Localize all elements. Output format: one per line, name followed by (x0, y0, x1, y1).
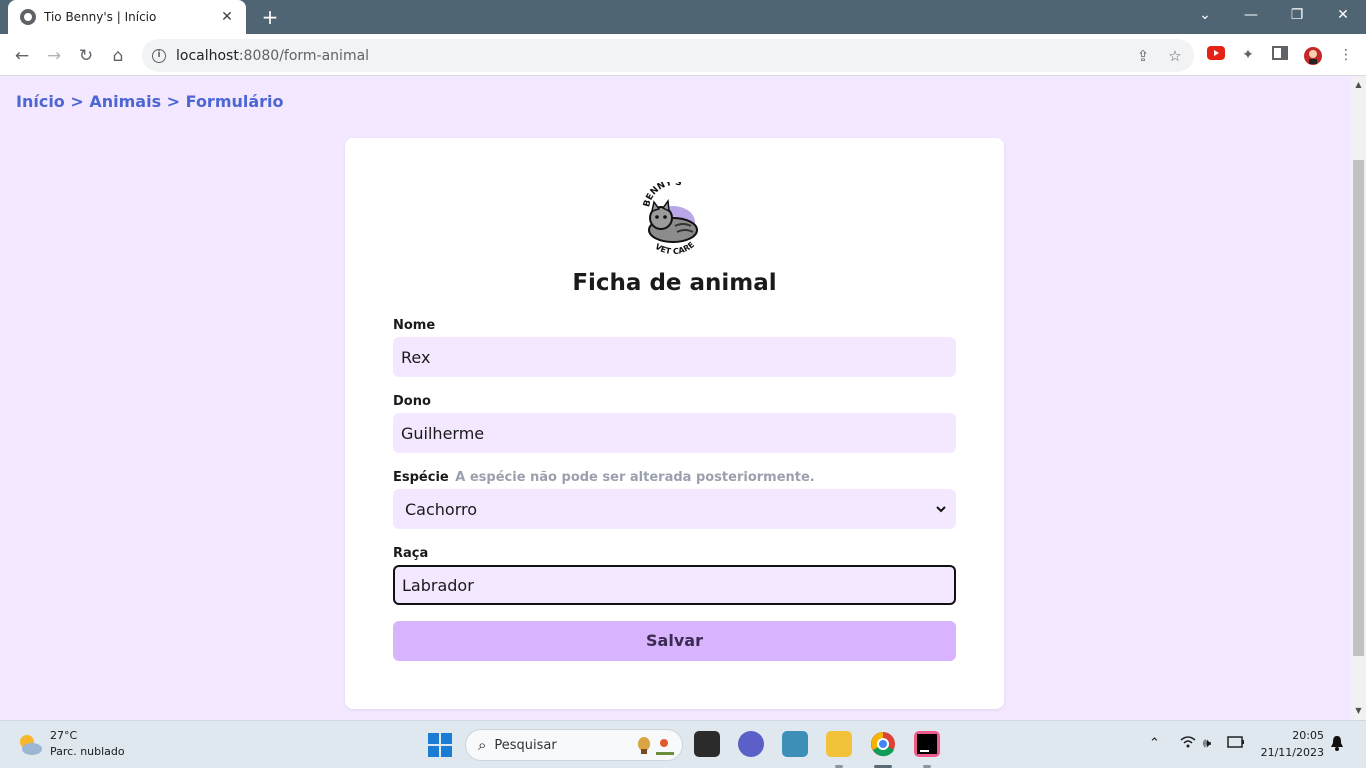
youtube-extension-icon[interactable] (1206, 46, 1226, 64)
chat-icon[interactable] (738, 731, 764, 757)
chevron-down-icon (936, 502, 946, 516)
especie-label: Espécie A espécie não pode ser alterada … (393, 470, 815, 485)
svg-text:BENNY'S: BENNY'S (642, 182, 682, 208)
breadcrumb-formulario[interactable]: Formulário (186, 92, 284, 111)
back-arrow-icon[interactable]: ← (8, 42, 36, 70)
tab-title: Tio Benny's | Início (44, 10, 157, 24)
breadcrumb: Início > Animais > Formulário (16, 92, 284, 111)
nome-value: Rex (401, 347, 431, 367)
address-bar[interactable]: i localhost:8080/form-animal ⇪ ☆ (142, 39, 1194, 72)
weather-temperature[interactable]: 27°C (50, 729, 77, 742)
raca-input[interactable]: Labrador (393, 565, 956, 605)
dono-label: Dono (393, 394, 431, 409)
dono-value: Guilherme (401, 423, 485, 443)
especie-label-text: Espécie (393, 470, 449, 485)
reload-icon[interactable]: ↻ (72, 42, 100, 70)
taskbar-search[interactable]: ⌕ Pesquisar (465, 729, 683, 761)
nome-input[interactable]: Rex (393, 337, 956, 377)
animal-form-card: BENNY'S VET CARE Ficha de animal Nome Re… (345, 138, 1004, 709)
profile-avatar[interactable] (1303, 46, 1323, 65)
chrome-icon[interactable] (870, 731, 896, 757)
breadcrumb-animais[interactable]: Animais (89, 92, 161, 111)
browser-toolbar: ← → ↻ ⌂ i localhost:8080/form-animal ⇪ ☆… (0, 34, 1366, 76)
dono-input[interactable]: Guilherme (393, 413, 956, 453)
save-button[interactable]: Salvar (393, 621, 956, 661)
scroll-up-icon[interactable]: ▲ (1351, 78, 1366, 92)
breadcrumb-separator: > (166, 92, 181, 111)
windows-start-icon[interactable] (428, 733, 452, 757)
bookmark-star-icon[interactable]: ☆ (1165, 46, 1185, 66)
nome-label: Nome (393, 318, 436, 333)
breadcrumb-inicio[interactable]: Início (16, 92, 65, 111)
windows-taskbar: 27°C Parc. nublado ⌕ Pesquisar ⌃ 🕪 20:05… (0, 720, 1366, 768)
clock-date[interactable]: 21/11/2023 (1258, 746, 1324, 759)
battery-icon[interactable] (1227, 736, 1245, 752)
volume-icon[interactable]: 🕪 (1203, 736, 1211, 751)
side-panel-icon[interactable] (1270, 46, 1290, 64)
intellij-icon[interactable] (914, 731, 940, 757)
restore-button[interactable]: ❐ (1274, 0, 1320, 30)
site-info-icon[interactable]: i (152, 48, 166, 63)
partly-cloudy-icon[interactable] (16, 732, 44, 756)
browser-tab-bar: Tio Benny's | Início ✕ + ⌄ — ❐ ✕ (0, 0, 1366, 34)
browser-menu-icon[interactable]: ⋮ (1336, 46, 1356, 64)
search-highlight-icon (638, 737, 674, 755)
especie-value: Cachorro (405, 499, 478, 519)
minimize-button[interactable]: — (1228, 0, 1274, 30)
url-path: :8080/form-animal (238, 47, 370, 64)
home-icon[interactable]: ⌂ (104, 42, 132, 70)
especie-select[interactable]: Cachorro (393, 489, 956, 529)
search-icon: ⌕ (478, 736, 487, 754)
weather-description[interactable]: Parc. nublado (50, 745, 125, 758)
logo-text-top: BENNY'S (642, 182, 682, 208)
bennys-vet-care-logo: BENNY'S VET CARE (642, 182, 698, 256)
terminal-icon[interactable] (782, 731, 808, 757)
breadcrumb-separator: > (70, 92, 84, 111)
raca-label: Raça (393, 546, 429, 561)
forward-arrow-icon[interactable]: → (40, 42, 68, 70)
browser-tab[interactable]: Tio Benny's | Início ✕ (8, 0, 246, 34)
clock-time[interactable]: 20:05 (1290, 729, 1324, 742)
wifi-icon[interactable] (1180, 736, 1196, 752)
taskbar-search-placeholder: Pesquisar (494, 737, 557, 753)
notification-bell-icon[interactable] (1330, 735, 1344, 755)
scrollbar-thumb[interactable] (1353, 160, 1364, 656)
close-window-button[interactable]: ✕ (1320, 0, 1366, 30)
share-icon[interactable]: ⇪ (1133, 46, 1153, 66)
scroll-down-icon[interactable]: ▼ (1351, 704, 1366, 718)
url-host: localhost (176, 47, 239, 64)
form-title: Ficha de animal (572, 270, 777, 296)
task-view-icon[interactable] (694, 731, 720, 757)
especie-hint: A espécie não pode ser alterada posterio… (455, 470, 815, 485)
new-tab-button[interactable]: + (258, 5, 282, 29)
tab-search-chevron-icon[interactable]: ⌄ (1182, 0, 1228, 30)
file-explorer-icon[interactable] (826, 731, 852, 757)
tab-close-icon[interactable]: ✕ (218, 9, 236, 25)
show-hidden-icons-chevron-icon[interactable]: ⌃ (1149, 736, 1160, 751)
extensions-puzzle-icon[interactable]: ✦ (1238, 46, 1258, 64)
raca-value: Labrador (402, 575, 474, 595)
globe-icon (20, 9, 36, 25)
page-content: Início > Animais > Formulário BENNY'S VE… (0, 77, 1351, 720)
